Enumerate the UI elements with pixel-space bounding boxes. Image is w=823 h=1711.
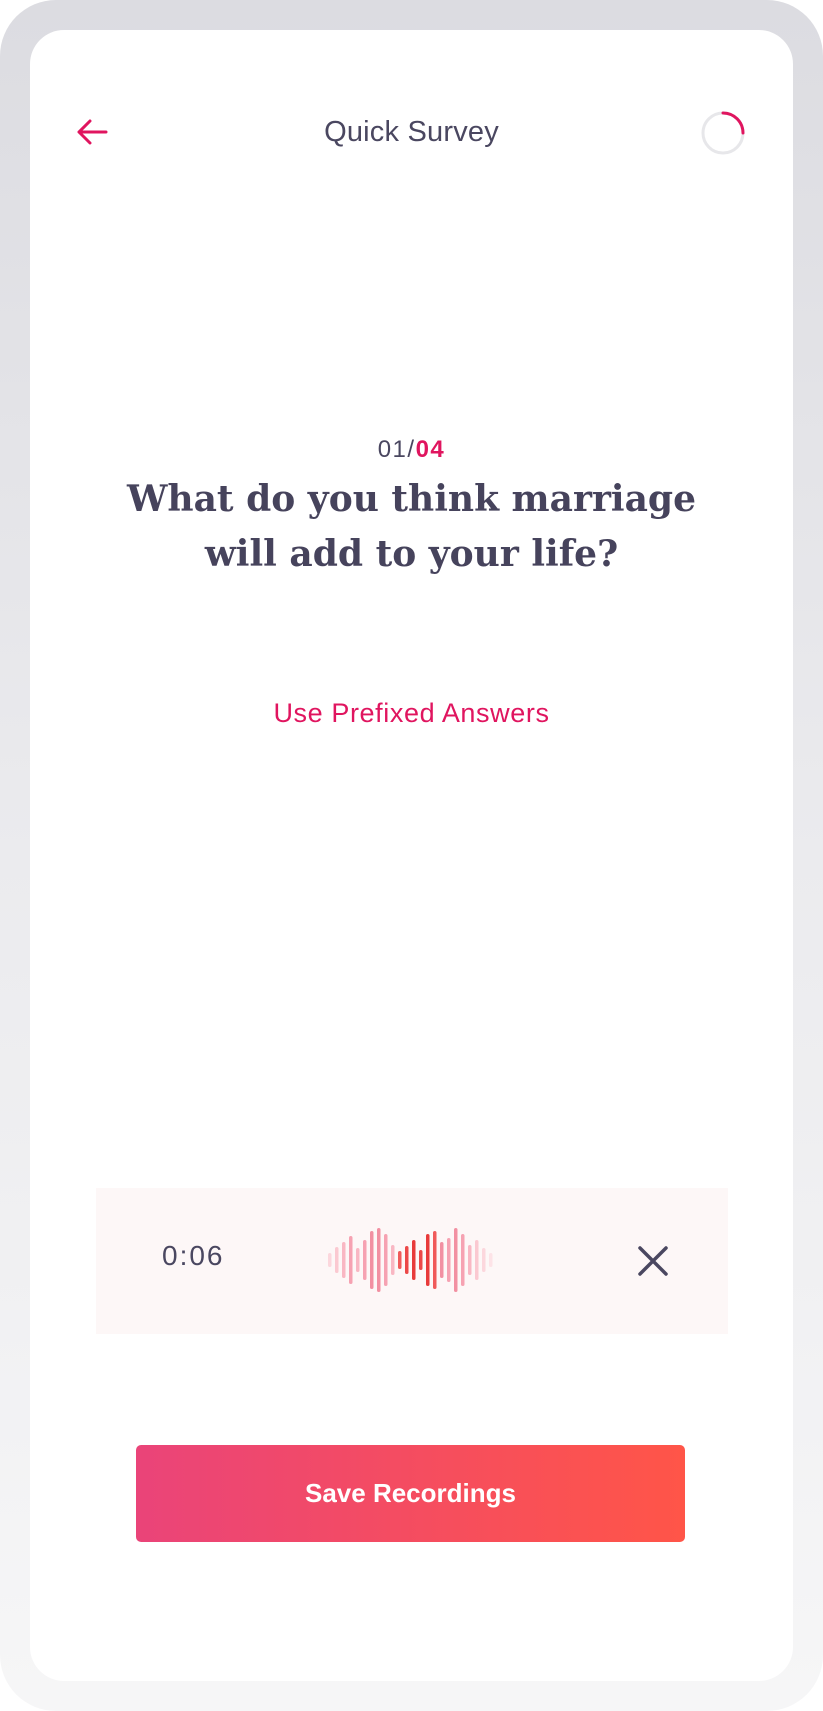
waveform-bar [335, 1247, 339, 1273]
question-text: What do you think marriage will add to y… [126, 478, 696, 575]
waveform-bar [426, 1234, 430, 1286]
waveform-bar [391, 1245, 395, 1275]
waveform-bar [405, 1246, 409, 1274]
waveform-bar [342, 1242, 346, 1278]
waveform-bar [377, 1228, 381, 1292]
waveform-bar [349, 1236, 353, 1284]
waveform-bar [384, 1234, 388, 1286]
waveform-bar [461, 1234, 465, 1286]
waveform-bar [475, 1240, 479, 1280]
waveform-bar [440, 1242, 444, 1278]
waveform-bar [447, 1238, 451, 1282]
audio-waveform-icon [328, 1228, 493, 1292]
waveform-bar [419, 1250, 423, 1270]
save-recordings-button[interactable]: Save Recordings [136, 1445, 685, 1542]
progress-ring-icon [701, 111, 745, 155]
waveform-bar [489, 1253, 493, 1267]
waveform-bar [468, 1245, 472, 1275]
recording-bar: 0:06 [96, 1188, 728, 1334]
device-frame: Quick Survey 01/04 What do you think mar… [0, 0, 823, 1711]
waveform-bar [363, 1240, 367, 1280]
counter-current: 01/ [377, 436, 416, 463]
waveform-bar [370, 1231, 374, 1289]
waveform-bar [433, 1231, 437, 1289]
waveform-bar [482, 1248, 486, 1272]
use-prefixed-answers-link[interactable]: Use Prefixed Answers [30, 698, 793, 729]
app-header: Quick Survey [30, 30, 793, 170]
waveform-bar [356, 1248, 360, 1272]
waveform-bar [328, 1253, 332, 1267]
waveform-bar [412, 1240, 416, 1280]
close-icon[interactable] [634, 1242, 672, 1280]
recording-time: 0:06 [162, 1240, 225, 1271]
waveform-bar [454, 1228, 458, 1292]
waveform-bar [398, 1251, 402, 1269]
question-counter: 01/04 [30, 436, 793, 464]
app-screen: Quick Survey 01/04 What do you think mar… [30, 30, 793, 1681]
counter-total: 04 [415, 436, 446, 463]
page-title: Quick Survey [324, 116, 499, 148]
